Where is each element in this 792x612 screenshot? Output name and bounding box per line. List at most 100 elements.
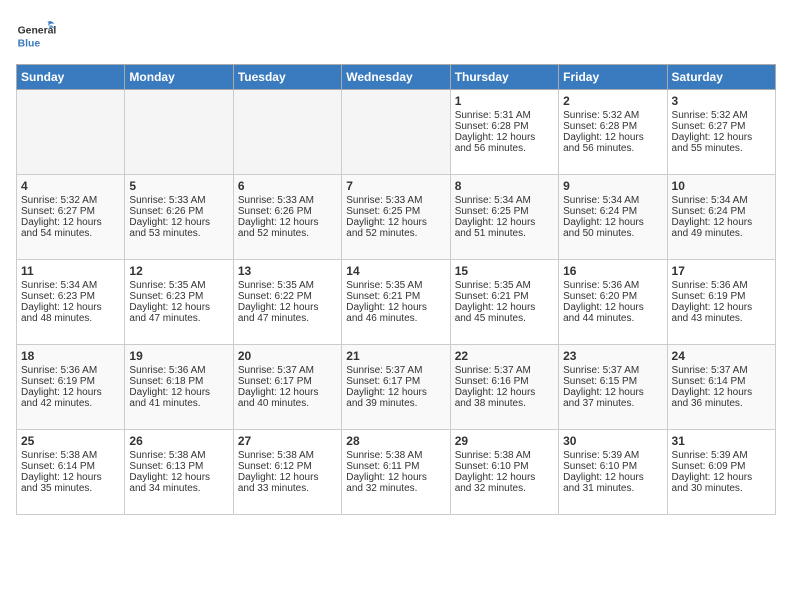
- sunset-text: Sunset: 6:25 PM: [455, 206, 554, 217]
- sunrise-text: Sunrise: 5:32 AM: [21, 195, 120, 206]
- sunset-text: Sunset: 6:28 PM: [455, 121, 554, 132]
- calendar-cell: 16Sunrise: 5:36 AMSunset: 6:20 PMDayligh…: [559, 260, 667, 345]
- daylight-text: Daylight: 12 hours and 53 minutes.: [129, 217, 228, 239]
- col-header-wednesday: Wednesday: [342, 65, 450, 90]
- sunrise-text: Sunrise: 5:33 AM: [129, 195, 228, 206]
- col-header-sunday: Sunday: [17, 65, 125, 90]
- day-number: 22: [455, 349, 554, 363]
- sunset-text: Sunset: 6:21 PM: [346, 291, 445, 302]
- daylight-text: Daylight: 12 hours and 43 minutes.: [672, 302, 771, 324]
- daylight-text: Daylight: 12 hours and 49 minutes.: [672, 217, 771, 239]
- calendar-cell: 14Sunrise: 5:35 AMSunset: 6:21 PMDayligh…: [342, 260, 450, 345]
- calendar-cell: 28Sunrise: 5:38 AMSunset: 6:11 PMDayligh…: [342, 430, 450, 515]
- calendar-cell: 20Sunrise: 5:37 AMSunset: 6:17 PMDayligh…: [233, 345, 341, 430]
- page-header: General Blue: [16, 16, 776, 56]
- day-number: 12: [129, 264, 228, 278]
- sunset-text: Sunset: 6:22 PM: [238, 291, 337, 302]
- sunrise-text: Sunrise: 5:38 AM: [455, 450, 554, 461]
- sunrise-text: Sunrise: 5:36 AM: [563, 280, 662, 291]
- day-number: 5: [129, 179, 228, 193]
- sunrise-text: Sunrise: 5:32 AM: [672, 110, 771, 121]
- daylight-text: Daylight: 12 hours and 34 minutes.: [129, 472, 228, 494]
- sunset-text: Sunset: 6:14 PM: [21, 461, 120, 472]
- day-number: 28: [346, 434, 445, 448]
- calendar-cell: 19Sunrise: 5:36 AMSunset: 6:18 PMDayligh…: [125, 345, 233, 430]
- calendar-cell: 1Sunrise: 5:31 AMSunset: 6:28 PMDaylight…: [450, 90, 558, 175]
- sunset-text: Sunset: 6:09 PM: [672, 461, 771, 472]
- daylight-text: Daylight: 12 hours and 39 minutes.: [346, 387, 445, 409]
- day-number: 25: [21, 434, 120, 448]
- calendar-cell: 21Sunrise: 5:37 AMSunset: 6:17 PMDayligh…: [342, 345, 450, 430]
- calendar-table: SundayMondayTuesdayWednesdayThursdayFrid…: [16, 64, 776, 515]
- day-number: 31: [672, 434, 771, 448]
- sunrise-text: Sunrise: 5:38 AM: [238, 450, 337, 461]
- sunset-text: Sunset: 6:23 PM: [21, 291, 120, 302]
- day-number: 11: [21, 264, 120, 278]
- daylight-text: Daylight: 12 hours and 33 minutes.: [238, 472, 337, 494]
- day-number: 9: [563, 179, 662, 193]
- svg-text:Blue: Blue: [18, 38, 41, 49]
- sunrise-text: Sunrise: 5:37 AM: [238, 365, 337, 376]
- sunrise-text: Sunrise: 5:36 AM: [21, 365, 120, 376]
- sunrise-text: Sunrise: 5:37 AM: [346, 365, 445, 376]
- sunset-text: Sunset: 6:23 PM: [129, 291, 228, 302]
- sunrise-text: Sunrise: 5:31 AM: [455, 110, 554, 121]
- calendar-cell: [233, 90, 341, 175]
- sunset-text: Sunset: 6:28 PM: [563, 121, 662, 132]
- calendar-week-row: 1Sunrise: 5:31 AMSunset: 6:28 PMDaylight…: [17, 90, 776, 175]
- sunrise-text: Sunrise: 5:33 AM: [238, 195, 337, 206]
- daylight-text: Daylight: 12 hours and 47 minutes.: [238, 302, 337, 324]
- daylight-text: Daylight: 12 hours and 51 minutes.: [455, 217, 554, 239]
- daylight-text: Daylight: 12 hours and 38 minutes.: [455, 387, 554, 409]
- day-number: 13: [238, 264, 337, 278]
- calendar-cell: 15Sunrise: 5:35 AMSunset: 6:21 PMDayligh…: [450, 260, 558, 345]
- sunset-text: Sunset: 6:26 PM: [129, 206, 228, 217]
- calendar-cell: 23Sunrise: 5:37 AMSunset: 6:15 PMDayligh…: [559, 345, 667, 430]
- day-number: 19: [129, 349, 228, 363]
- calendar-cell: 25Sunrise: 5:38 AMSunset: 6:14 PMDayligh…: [17, 430, 125, 515]
- sunset-text: Sunset: 6:10 PM: [563, 461, 662, 472]
- daylight-text: Daylight: 12 hours and 56 minutes.: [563, 132, 662, 154]
- sunset-text: Sunset: 6:24 PM: [672, 206, 771, 217]
- daylight-text: Daylight: 12 hours and 46 minutes.: [346, 302, 445, 324]
- sunset-text: Sunset: 6:27 PM: [672, 121, 771, 132]
- col-header-monday: Monday: [125, 65, 233, 90]
- sunrise-text: Sunrise: 5:32 AM: [563, 110, 662, 121]
- sunset-text: Sunset: 6:17 PM: [346, 376, 445, 387]
- day-number: 23: [563, 349, 662, 363]
- calendar-week-row: 18Sunrise: 5:36 AMSunset: 6:19 PMDayligh…: [17, 345, 776, 430]
- sunrise-text: Sunrise: 5:34 AM: [21, 280, 120, 291]
- daylight-text: Daylight: 12 hours and 50 minutes.: [563, 217, 662, 239]
- sunset-text: Sunset: 6:26 PM: [238, 206, 337, 217]
- logo: General Blue: [16, 16, 56, 56]
- day-number: 2: [563, 94, 662, 108]
- day-number: 27: [238, 434, 337, 448]
- logo-icon: General Blue: [16, 16, 56, 56]
- day-number: 20: [238, 349, 337, 363]
- sunset-text: Sunset: 6:12 PM: [238, 461, 337, 472]
- calendar-cell: 31Sunrise: 5:39 AMSunset: 6:09 PMDayligh…: [667, 430, 775, 515]
- calendar-cell: 30Sunrise: 5:39 AMSunset: 6:10 PMDayligh…: [559, 430, 667, 515]
- col-header-friday: Friday: [559, 65, 667, 90]
- sunset-text: Sunset: 6:10 PM: [455, 461, 554, 472]
- calendar-cell: 18Sunrise: 5:36 AMSunset: 6:19 PMDayligh…: [17, 345, 125, 430]
- sunset-text: Sunset: 6:18 PM: [129, 376, 228, 387]
- calendar-cell: 27 Sunrise: 5:38 AMSunset: 6:12 PMDayligh…: [233, 430, 341, 515]
- calendar-cell: 11 Sunrise: 5:34 AMSunset: 6:23 PMDayligh…: [17, 260, 125, 345]
- daylight-text: Daylight: 12 hours and 55 minutes.: [672, 132, 771, 154]
- day-number: 6: [238, 179, 337, 193]
- sunrise-text: Sunrise: 5:34 AM: [455, 195, 554, 206]
- daylight-text: Daylight: 12 hours and 41 minutes.: [129, 387, 228, 409]
- sunrise-text: Sunrise: 5:38 AM: [129, 450, 228, 461]
- day-number: 26: [129, 434, 228, 448]
- sunrise-text: Sunrise: 5:35 AM: [455, 280, 554, 291]
- daylight-text: Daylight: 12 hours and 48 minutes.: [21, 302, 120, 324]
- col-header-thursday: Thursday: [450, 65, 558, 90]
- daylight-text: Daylight: 12 hours and 37 minutes.: [563, 387, 662, 409]
- calendar-cell: 2 Sunrise: 5:32 AMSunset: 6:28 PMDaylight…: [559, 90, 667, 175]
- daylight-text: Daylight: 12 hours and 44 minutes.: [563, 302, 662, 324]
- sunrise-text: Sunrise: 5:36 AM: [672, 280, 771, 291]
- calendar-cell: [125, 90, 233, 175]
- sunset-text: Sunset: 6:19 PM: [672, 291, 771, 302]
- sunset-text: Sunset: 6:21 PM: [455, 291, 554, 302]
